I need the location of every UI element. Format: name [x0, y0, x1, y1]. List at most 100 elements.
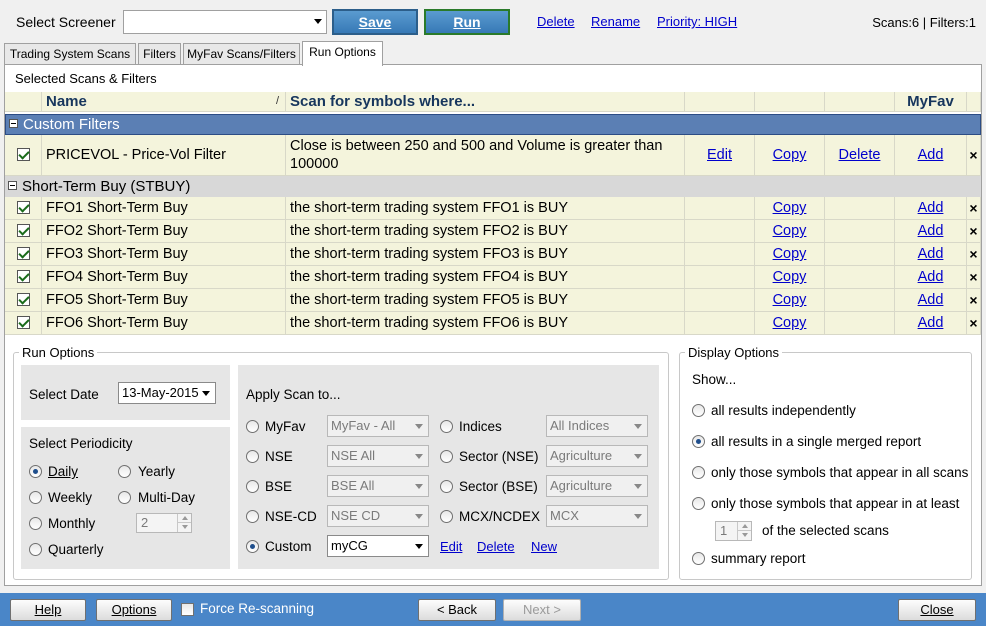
- radio-nse[interactable]: [246, 450, 259, 463]
- nse-label[interactable]: NSE: [265, 449, 293, 464]
- close-button[interactable]: Close: [898, 599, 976, 621]
- add-myfav-link[interactable]: Add: [918, 147, 944, 163]
- radio-indices[interactable]: [440, 420, 453, 433]
- tab-run-options[interactable]: Run Options: [302, 41, 383, 66]
- copy-link[interactable]: Copy: [773, 315, 807, 331]
- radio-merged[interactable]: [692, 435, 705, 448]
- options-button[interactable]: Options: [96, 599, 172, 621]
- spin-up-icon[interactable]: [177, 514, 191, 523]
- custom-edit-link[interactable]: Edit: [440, 539, 462, 554]
- myfav-select[interactable]: MyFav - All: [327, 415, 429, 437]
- remove-row-icon[interactable]: ×: [969, 223, 977, 239]
- copy-link[interactable]: Copy: [773, 223, 807, 239]
- tab-myfav-scans-filters[interactable]: MyFav Scans/Filters: [183, 43, 300, 65]
- quarterly-label[interactable]: Quarterly: [48, 542, 104, 557]
- radio-yearly[interactable]: [118, 465, 131, 478]
- row-checkbox[interactable]: [17, 148, 30, 161]
- daily-label[interactable]: Daily: [48, 464, 78, 479]
- copy-link[interactable]: Copy: [773, 269, 807, 285]
- add-myfav-link[interactable]: Add: [918, 315, 944, 331]
- copy-link[interactable]: Copy: [773, 246, 807, 262]
- myfav-label[interactable]: MyFav: [265, 419, 306, 434]
- multiday-label[interactable]: Multi-Day: [138, 490, 195, 505]
- custom-label[interactable]: Custom: [265, 539, 312, 554]
- bse-select[interactable]: BSE All: [327, 475, 429, 497]
- radio-custom[interactable]: [246, 540, 259, 553]
- spin-up-icon[interactable]: [737, 522, 751, 531]
- remove-row-icon[interactable]: ×: [969, 269, 977, 285]
- screener-select[interactable]: [123, 10, 327, 34]
- remove-row-icon[interactable]: ×: [969, 315, 977, 331]
- run-button[interactable]: Run: [424, 9, 510, 35]
- sector-nse-label[interactable]: Sector (NSE): [459, 449, 539, 464]
- help-button[interactable]: Help: [10, 599, 86, 621]
- tab-trading-system-scans[interactable]: Trading System Scans: [4, 43, 136, 65]
- group-custom-filters[interactable]: Custom Filters: [5, 114, 981, 135]
- radio-sector-nse[interactable]: [440, 450, 453, 463]
- add-myfav-link[interactable]: Add: [918, 292, 944, 308]
- column-name[interactable]: Name /: [42, 92, 286, 112]
- rename-screener-link[interactable]: Rename: [591, 14, 640, 29]
- bse-label[interactable]: BSE: [265, 479, 292, 494]
- radio-monthly[interactable]: [29, 517, 42, 530]
- custom-new-link[interactable]: New: [531, 539, 557, 554]
- back-button[interactable]: < Back: [418, 599, 496, 621]
- collapse-icon[interactable]: [8, 181, 17, 190]
- remove-row-icon[interactable]: ×: [969, 246, 977, 262]
- row-checkbox[interactable]: [17, 224, 30, 237]
- radio-all-scans[interactable]: [692, 466, 705, 479]
- save-button[interactable]: Save: [332, 9, 418, 35]
- sector-bse-label[interactable]: Sector (BSE): [459, 479, 538, 494]
- row-checkbox[interactable]: [17, 201, 30, 214]
- nse-select[interactable]: NSE All: [327, 445, 429, 467]
- indices-label[interactable]: Indices: [459, 419, 502, 434]
- tab-filters[interactable]: Filters: [138, 43, 181, 65]
- row-checkbox[interactable]: [17, 293, 30, 306]
- spin-down-icon[interactable]: [177, 523, 191, 532]
- add-myfav-link[interactable]: Add: [918, 223, 944, 239]
- radio-sector-bse[interactable]: [440, 480, 453, 493]
- indices-select[interactable]: All Indices: [546, 415, 648, 437]
- remove-row-icon[interactable]: ×: [969, 200, 977, 216]
- group-short-term-buy[interactable]: Short-Term Buy (STBUY): [5, 176, 981, 197]
- copy-link[interactable]: Copy: [773, 200, 807, 216]
- remove-row-icon[interactable]: ×: [969, 292, 977, 308]
- delete-link[interactable]: Delete: [839, 147, 881, 163]
- all-scans-label[interactable]: only those symbols that appear in all sc…: [711, 465, 968, 480]
- custom-select[interactable]: myCG: [327, 535, 429, 557]
- sector-nse-select[interactable]: Agriculture: [546, 445, 648, 467]
- radio-weekly[interactable]: [29, 491, 42, 504]
- radio-at-least[interactable]: [692, 497, 705, 510]
- add-myfav-link[interactable]: Add: [918, 200, 944, 216]
- remove-row-icon[interactable]: ×: [969, 147, 977, 163]
- radio-bse[interactable]: [246, 480, 259, 493]
- delete-screener-link[interactable]: Delete: [537, 14, 575, 29]
- custom-delete-link[interactable]: Delete: [477, 539, 515, 554]
- radio-multiday[interactable]: [118, 491, 131, 504]
- priority-link[interactable]: Priority: HIGH: [657, 14, 737, 29]
- summary-label[interactable]: summary report: [711, 551, 806, 566]
- copy-link[interactable]: Copy: [773, 147, 807, 163]
- edit-link[interactable]: Edit: [707, 147, 732, 163]
- monthly-label[interactable]: Monthly: [48, 516, 95, 531]
- row-checkbox[interactable]: [17, 316, 30, 329]
- nsecd-select[interactable]: NSE CD: [327, 505, 429, 527]
- radio-summary[interactable]: [692, 552, 705, 565]
- radio-nsecd[interactable]: [246, 510, 259, 523]
- force-rescan-label[interactable]: Force Re-scanning: [200, 601, 314, 616]
- multiday-stepper[interactable]: 2: [136, 513, 192, 533]
- radio-independent[interactable]: [692, 404, 705, 417]
- merged-label[interactable]: all results in a single merged report: [711, 434, 921, 449]
- row-checkbox[interactable]: [17, 247, 30, 260]
- next-button[interactable]: Next >: [503, 599, 581, 621]
- force-rescan-checkbox[interactable]: [181, 603, 194, 616]
- radio-mcx[interactable]: [440, 510, 453, 523]
- collapse-icon[interactable]: [9, 119, 18, 128]
- add-myfav-link[interactable]: Add: [918, 269, 944, 285]
- date-picker[interactable]: 13-May-2015: [118, 382, 216, 404]
- radio-daily[interactable]: [29, 465, 42, 478]
- spin-down-icon[interactable]: [737, 531, 751, 540]
- at-least-stepper[interactable]: 1: [715, 521, 752, 541]
- copy-link[interactable]: Copy: [773, 292, 807, 308]
- independent-label[interactable]: all results independently: [711, 403, 856, 418]
